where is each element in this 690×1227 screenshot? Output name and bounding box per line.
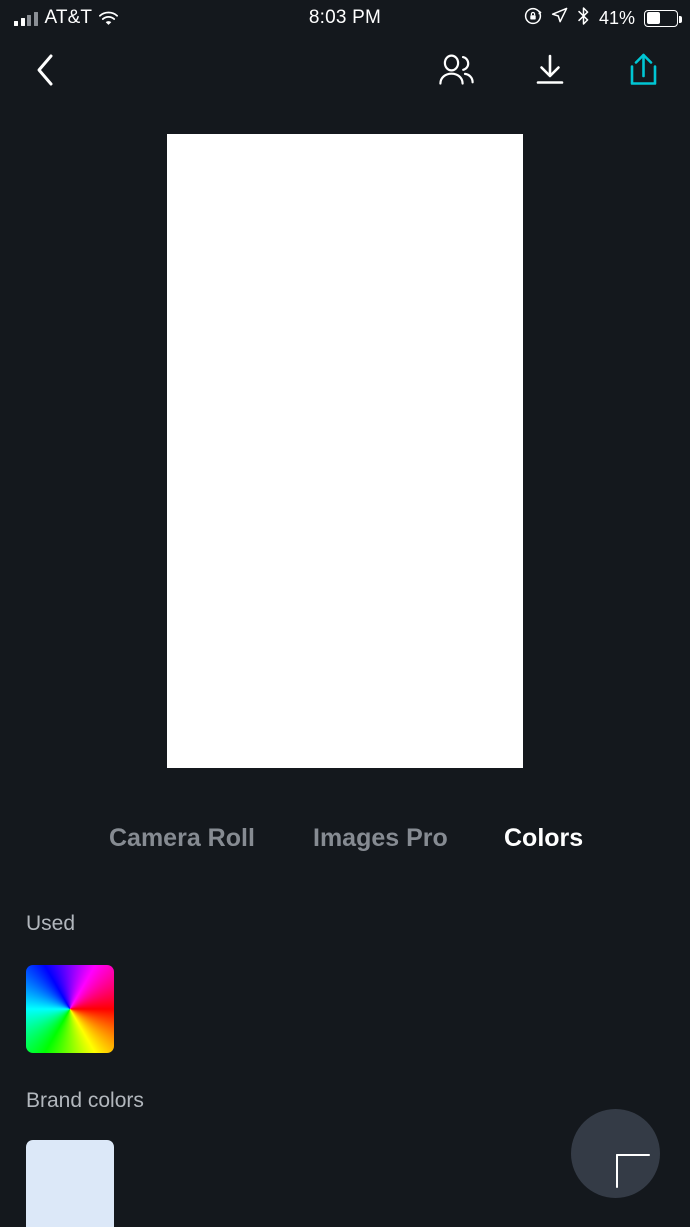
tab-camera-roll[interactable]: Camera Roll <box>109 824 255 853</box>
brand-color-swatch[interactable] <box>26 1140 114 1227</box>
status-bar-clock: 8:03 PM <box>308 7 382 28</box>
wifi-icon <box>99 11 119 26</box>
collaborators-button[interactable] <box>428 44 484 100</box>
top-toolbar <box>0 44 690 100</box>
back-button[interactable] <box>17 44 73 100</box>
share-button[interactable] <box>615 44 671 100</box>
bluetooth-icon <box>577 6 590 30</box>
download-icon <box>533 53 567 92</box>
chevron-left-icon <box>34 53 56 92</box>
status-bar-left: AT&T <box>14 7 119 29</box>
rotation-lock-icon <box>524 7 542 30</box>
status-bar-right: 41% <box>524 6 682 30</box>
app-screen: AT&T 8:03 PM 41% Camera Roll Images Pro … <box>0 0 690 1227</box>
design-canvas[interactable] <box>167 134 523 768</box>
tab-bar: Camera Roll Images Pro Colors <box>0 824 690 870</box>
people-icon <box>437 53 475 91</box>
location-arrow-icon <box>551 7 568 29</box>
tab-images-pro[interactable]: Images Pro <box>313 824 448 853</box>
download-button[interactable] <box>522 44 578 100</box>
status-bar: AT&T 8:03 PM 41% <box>0 0 690 36</box>
tab-colors[interactable]: Colors <box>504 824 583 853</box>
battery-percent-label: 41% <box>598 7 635 28</box>
add-color-button[interactable] <box>571 1109 660 1198</box>
signal-bars-icon <box>14 11 38 26</box>
carrier-label: AT&T <box>44 7 93 28</box>
brand-colors-section-label: Brand colors <box>26 1089 144 1112</box>
share-upload-icon <box>627 52 660 93</box>
battery-icon <box>644 9 682 27</box>
used-section-label: Used <box>26 912 76 935</box>
color-wheel-swatch[interactable] <box>26 965 114 1053</box>
